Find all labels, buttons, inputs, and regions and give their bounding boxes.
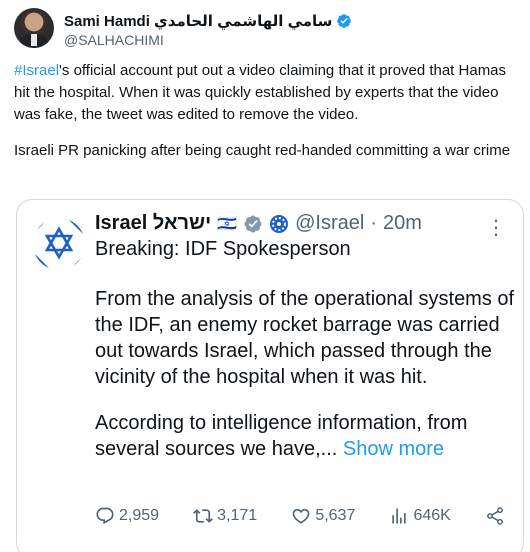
action-bar: 2,959 3,171 5,637 646K (95, 506, 505, 526)
repost-count: 3,171 (217, 507, 258, 524)
tweet-paragraph-1: #Israel's official account put out a vid… (14, 60, 516, 126)
quoted-author-row[interactable]: Israel ישראל 🇮🇱 @Israel · 20m (95, 212, 422, 235)
quoted-tweet-card[interactable]: Israel ישראל 🇮🇱 @Israel · 20m ⋮ Breaking… (16, 199, 524, 552)
separator-dot: · (370, 212, 377, 234)
quoted-time[interactable]: 20m (383, 212, 422, 235)
views-button[interactable]: 646K (389, 506, 451, 526)
reply-count: 2,959 (119, 507, 160, 524)
like-button[interactable]: 5,637 (291, 506, 355, 526)
verified-badge-icon (337, 14, 352, 28)
quoted-paragraph-2: According to intelligence information, f… (95, 410, 515, 462)
avatar[interactable] (14, 8, 54, 48)
author-handle[interactable]: @SALHACHIMI (64, 32, 164, 48)
quoted-text: From the analysis of the operational sys… (95, 286, 515, 482)
quoted-paragraph-1: From the analysis of the operational sys… (95, 288, 515, 388)
views-count: 646K (413, 507, 451, 524)
tweet-body: #Israel's official account put out a vid… (14, 60, 516, 176)
tweet-paragraph-2: Israeli PR panicking after being caught … (14, 142, 511, 159)
israel-logo-icon[interactable] (33, 218, 85, 270)
share-button[interactable] (485, 506, 505, 526)
repost-icon (193, 509, 214, 523)
views-icon (392, 508, 407, 524)
tweet-header: Sami Hamdi سامي الهاشمي الحامدي @SALHACH… (14, 8, 514, 52)
gov-badge-icon (244, 214, 262, 233)
emblem-icon (270, 214, 289, 233)
author-name-row[interactable]: Sami Hamdi سامي الهاشمي الحامدي (64, 12, 352, 30)
quoted-author-name[interactable]: Israel ישראל (95, 212, 211, 235)
reply-button[interactable]: 2,959 (95, 506, 159, 526)
like-icon (292, 508, 310, 524)
show-more-link[interactable]: Show more (343, 438, 444, 460)
reply-icon (96, 507, 114, 525)
share-icon (487, 507, 503, 525)
quoted-subtitle: Breaking: IDF Spokesperson (95, 238, 351, 260)
repost-button[interactable]: 3,171 (193, 506, 257, 526)
more-icon[interactable]: ⋮ (486, 218, 507, 238)
like-count: 5,637 (315, 507, 356, 524)
author-display-name[interactable]: Sami Hamdi سامي الهاشمي الحامدي (64, 12, 332, 30)
quoted-handle[interactable]: @Israel (295, 212, 364, 235)
tweet-paragraph-1-text: 's official account put out a video clai… (14, 62, 507, 123)
flag-icon: 🇮🇱 (217, 215, 238, 233)
hashtag-link[interactable]: #Israel (14, 62, 59, 79)
